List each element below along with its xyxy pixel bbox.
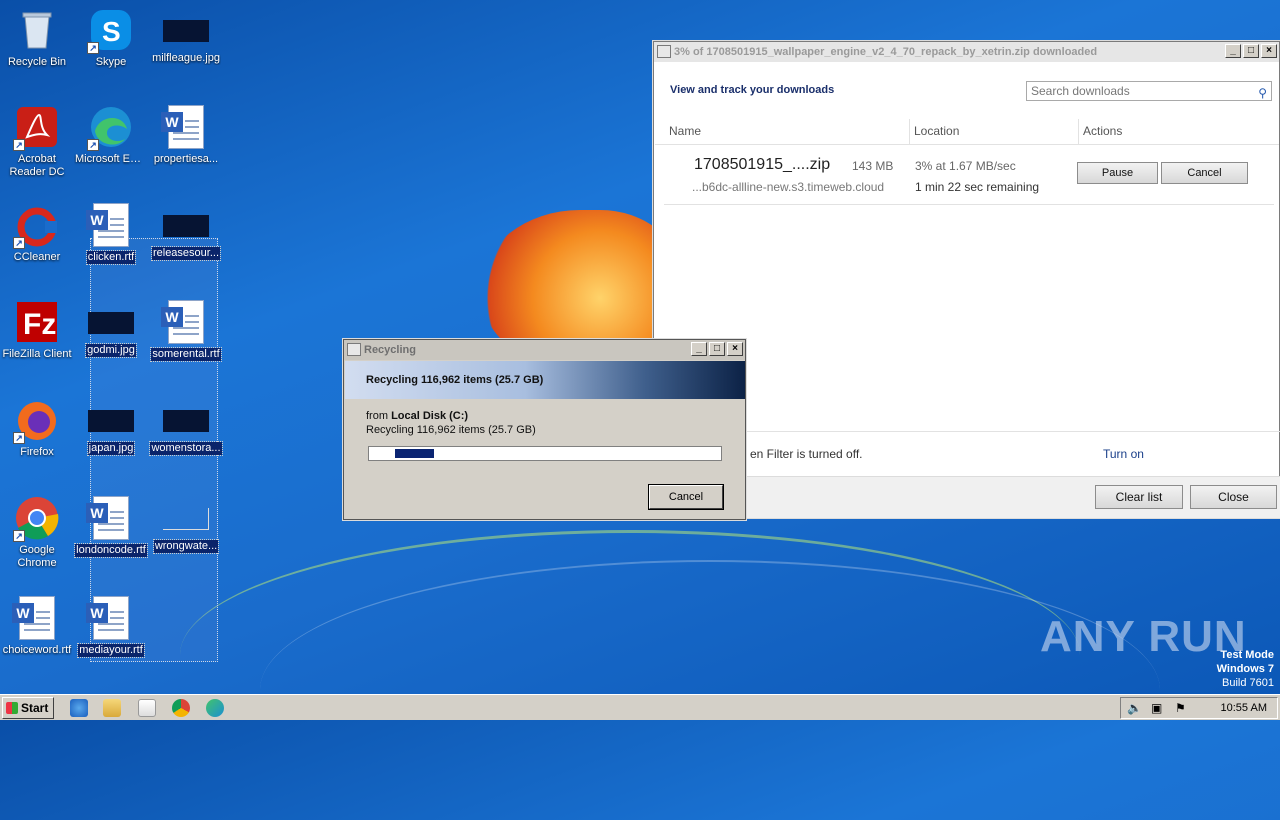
- smartscreen-bar: en Filter is turned off. Turn on: [654, 431, 1280, 475]
- svg-text:Fz: Fz: [23, 308, 56, 341]
- skype-icon: S ↗: [87, 8, 133, 54]
- download-host: ...b6dc-allline-new.s3.timeweb.cloud: [692, 180, 885, 194]
- download-remaining: 1 min 22 sec remaining: [915, 180, 1040, 194]
- word-doc-icon: W: [86, 203, 133, 247]
- recycling-dialog[interactable]: Recycling _ □ × Recycling 116,962 items …: [343, 339, 746, 520]
- source-location: Local Disk (C:): [391, 410, 469, 422]
- desktop-icon-firefox[interactable]: ↗ Firefox: [0, 398, 74, 462]
- download-file-name: 1708501915_....zip: [694, 156, 831, 173]
- explorer-icon[interactable]: [103, 699, 121, 717]
- desktop-icon-ccleaner[interactable]: ↗ CCleaner: [0, 203, 74, 267]
- recycle-bin-icon: [15, 8, 59, 52]
- recycling-banner-text: Recycling 116,962 items (25.7 GB): [366, 374, 544, 386]
- image-file-icon: [88, 312, 134, 334]
- svg-text:S: S: [102, 16, 121, 47]
- desktop-icon-londoncode[interactable]: W londoncode.rtf: [74, 496, 148, 560]
- desktop-icon-clicken[interactable]: W clicken.rtf: [74, 203, 148, 267]
- column-header-location[interactable]: Location: [909, 119, 1078, 145]
- taskbar: Start 🔈 ▣ ⚑ 10:55 AM: [0, 694, 1280, 720]
- downloads-footer: Clear list Close: [654, 476, 1280, 518]
- recycle-icon: [347, 343, 361, 356]
- desktop-icon-womenstora[interactable]: womenstora...: [149, 398, 223, 458]
- edge-icon: ↗: [87, 105, 133, 151]
- chrome-icon[interactable]: [172, 699, 190, 717]
- minimize-button[interactable]: _: [691, 342, 707, 356]
- firefox-icon: ↗: [13, 398, 59, 444]
- download-item[interactable]: 1708501915_....zip 143 MB ...b6dc-alllin…: [654, 146, 1280, 206]
- test-mode-notice: Test Mode Windows 7 Build 7601: [1216, 649, 1274, 689]
- word-doc-icon: W: [161, 105, 208, 149]
- downloads-window[interactable]: 3% of 1708501915_wallpaper_engine_v2_4_7…: [653, 41, 1280, 518]
- image-file-icon: [88, 410, 134, 432]
- cancel-recycling-button[interactable]: Cancel: [649, 485, 723, 509]
- desktop-icon-godmi[interactable]: godmi.jpg: [74, 300, 148, 360]
- recycling-titlebar[interactable]: Recycling _ □ ×: [344, 340, 745, 360]
- image-file-icon: [163, 410, 209, 432]
- word-doc-icon: W: [86, 496, 133, 540]
- recycling-source: from Local Disk (C:): [366, 410, 469, 422]
- ie-icon[interactable]: [70, 699, 88, 717]
- close-button[interactable]: Close: [1190, 485, 1277, 509]
- desktop-icon-releasesour[interactable]: releasesour...: [149, 203, 223, 263]
- windows-flag-icon: [6, 702, 18, 714]
- ccleaner-icon: ↗: [13, 203, 59, 249]
- divider: [664, 204, 1274, 205]
- download-file-size: 143 MB: [852, 159, 894, 173]
- progress-fill: [395, 449, 434, 458]
- desktop-icon-mediayour[interactable]: W mediayour.rtf: [74, 596, 148, 660]
- desktop-icon-edge[interactable]: ↗ Microsoft Edge: [74, 105, 148, 169]
- search-icon: ⚲: [1258, 86, 1267, 100]
- media-player-icon[interactable]: [138, 699, 156, 717]
- network-icon[interactable]: ▣: [1151, 701, 1162, 715]
- filezilla-icon: Fz: [15, 300, 59, 344]
- clock[interactable]: 10:55 AM: [1221, 702, 1267, 714]
- pause-button[interactable]: Pause: [1077, 162, 1158, 184]
- desktop-icon-acrobat[interactable]: ↗ Acrobat Reader DC: [0, 105, 74, 182]
- desktop-icon-japan[interactable]: japan.jpg: [74, 398, 148, 458]
- word-doc-icon: W: [12, 596, 59, 640]
- word-doc-icon: W: [161, 300, 208, 344]
- recycling-title: Recycling: [364, 344, 416, 356]
- volume-icon[interactable]: 🔈: [1127, 701, 1142, 715]
- wallpaper-swoosh: [260, 560, 1160, 820]
- downloads-header-title: View and track your downloads: [670, 84, 835, 96]
- turn-on-link[interactable]: Turn on: [1103, 447, 1144, 461]
- desktop-icon-propertiesa[interactable]: W propertiesa...: [149, 105, 223, 169]
- close-window-button[interactable]: ×: [727, 342, 743, 356]
- clear-list-button[interactable]: Clear list: [1095, 485, 1183, 509]
- action-center-icon[interactable]: ⚑: [1175, 701, 1186, 715]
- edge-icon[interactable]: [206, 699, 224, 717]
- desktop-icon-filezilla[interactable]: Fz FileZilla Client: [0, 300, 74, 364]
- image-file-icon: [163, 215, 209, 237]
- column-header-actions: Actions: [1078, 119, 1278, 145]
- desktop-icon-recycle-bin[interactable]: Recycle Bin: [0, 8, 74, 72]
- image-file-icon: [163, 20, 209, 42]
- maximize-button[interactable]: □: [709, 342, 725, 356]
- word-doc-icon: W: [86, 596, 133, 640]
- cancel-download-button[interactable]: Cancel: [1161, 162, 1248, 184]
- desktop-icon-somerental[interactable]: W somerental.rtf: [149, 300, 223, 364]
- desktop-icon-skype[interactable]: S ↗ Skype: [74, 8, 148, 72]
- system-tray: 🔈 ▣ ⚑ 10:55 AM: [1120, 697, 1278, 719]
- acrobat-icon: ↗: [13, 105, 59, 151]
- search-downloads-input[interactable]: Search downloads ⚲: [1026, 81, 1272, 101]
- download-status: 3% at 1.67 MB/sec: [915, 159, 1016, 173]
- image-file-icon: [163, 508, 209, 530]
- column-headers: Name Location Actions: [655, 119, 1279, 145]
- recycling-detail: Recycling 116,962 items (25.7 GB): [366, 424, 536, 436]
- chrome-icon: ↗: [13, 496, 59, 542]
- desktop-icon-chrome[interactable]: ↗ Google Chrome: [0, 496, 74, 573]
- start-button[interactable]: Start: [2, 697, 54, 719]
- desktop-icon-choiceword[interactable]: W choiceword.rtf: [0, 596, 74, 660]
- filter-status-text: en Filter is turned off.: [750, 447, 863, 461]
- recycling-banner: Recycling 116,962 items (25.7 GB): [345, 361, 745, 399]
- recycling-progress-bar: [368, 446, 722, 461]
- column-header-name[interactable]: Name: [655, 119, 909, 145]
- desktop-icon-milfleague[interactable]: milfleague.jpg: [149, 8, 223, 68]
- desktop-icon-wrongwate[interactable]: wrongwate...: [149, 496, 223, 556]
